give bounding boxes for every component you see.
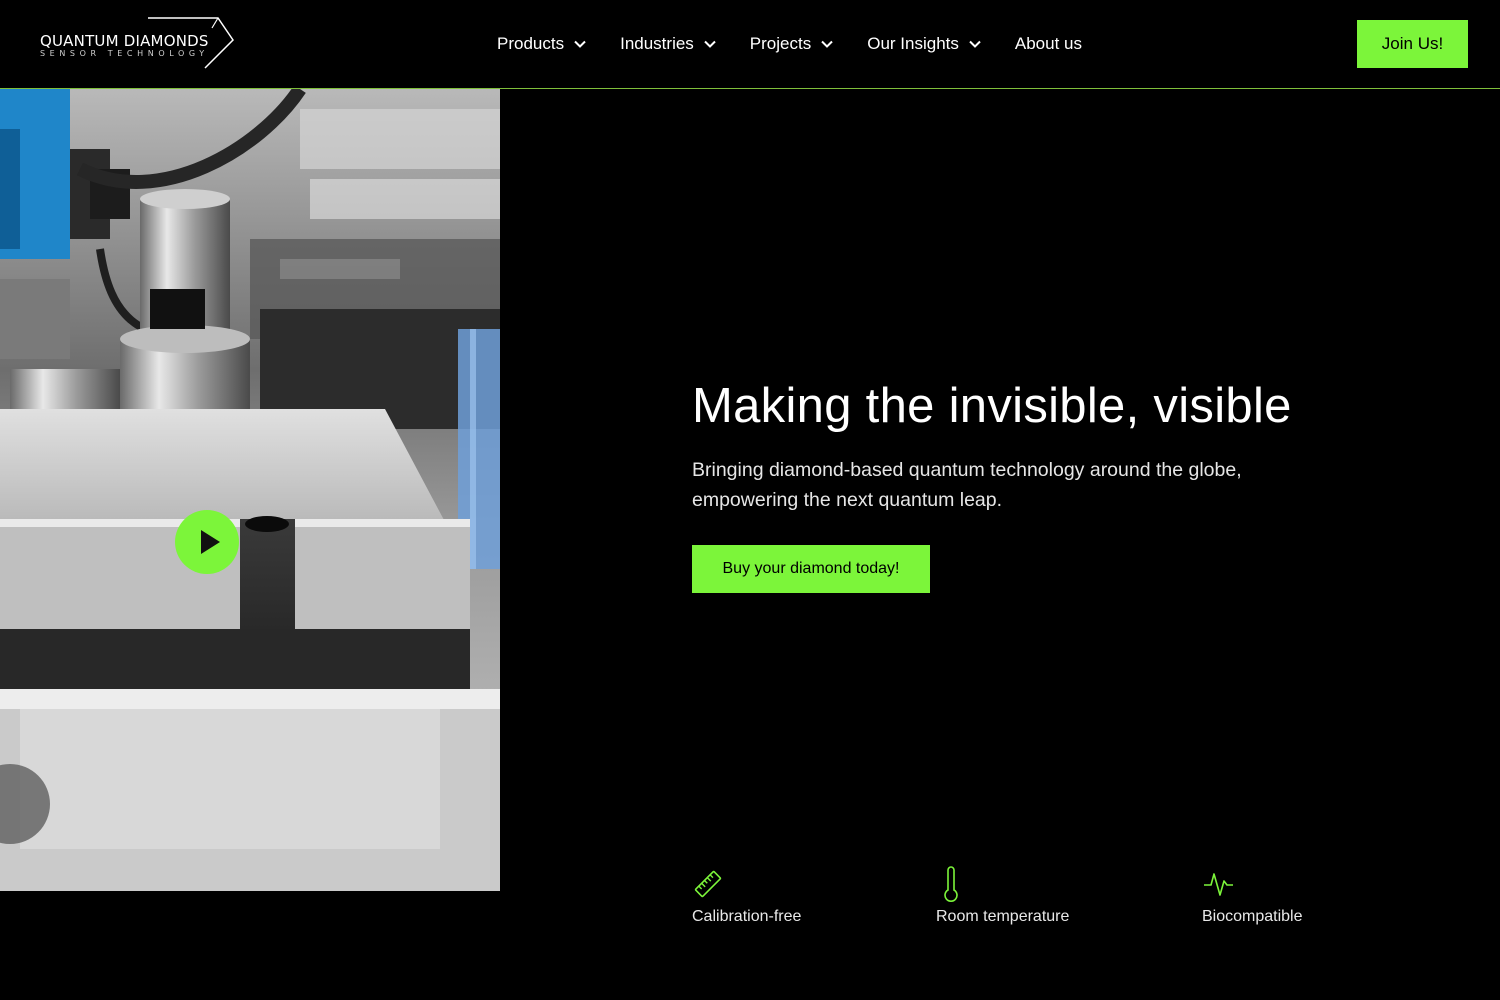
nav-item-our-insights[interactable]: Our Insights: [867, 34, 981, 54]
chevron-down-icon: [969, 40, 981, 48]
nav-label: About us: [1014, 34, 1082, 53]
brand-tagline: SENSOR TECHNOLOGY: [40, 49, 209, 58]
chevron-down-icon: [704, 40, 716, 48]
hero-video[interactable]: [0, 89, 500, 891]
brand-logo[interactable]: QUANTUM DIAMONDS SENSOR TECHNOLOGY: [40, 16, 235, 70]
feature-label: Calibration-free: [692, 908, 802, 925]
brand-name: QUANTUM DIAMONDS: [40, 32, 209, 50]
hero-title: Making the invisible, visible: [692, 379, 1292, 433]
feature-room-temperature: Room temperature: [936, 866, 1069, 926]
nav-item-products[interactable]: Products: [497, 34, 586, 54]
feature-calibration-free: Calibration-free: [692, 866, 801, 926]
nav-item-about-us[interactable]: About us: [1015, 34, 1082, 54]
chevron-down-icon: [821, 40, 833, 48]
feature-label: Biocompatible: [1202, 908, 1303, 925]
site-header: QUANTUM DIAMONDS SENSOR TECHNOLOGY Produ…: [0, 0, 1500, 89]
feature-label: Room temperature: [936, 908, 1070, 925]
nav-label: Products: [497, 34, 565, 53]
join-us-button[interactable]: Join Us!: [1357, 20, 1468, 68]
lab-equipment-image: [0, 89, 500, 891]
main-nav: Products Industries Projects Our Insight…: [497, 0, 1082, 88]
pulse-icon: [1204, 873, 1233, 896]
nav-item-industries[interactable]: Industries: [620, 34, 716, 54]
chevron-down-icon: [574, 40, 586, 48]
ruler-icon: [694, 870, 722, 898]
play-icon: [201, 530, 220, 554]
thermometer-icon: [944, 866, 958, 902]
hero-subtitle: Bringing diamond-based quantum technolog…: [692, 459, 1242, 511]
nav-label: Projects: [749, 34, 812, 53]
nav-label: Our Insights: [867, 34, 959, 53]
play-button[interactable]: [175, 510, 239, 574]
nav-label: Industries: [620, 34, 694, 53]
feature-biocompatible: Biocompatible: [1202, 866, 1303, 926]
buy-diamond-button[interactable]: Buy your diamond today!: [692, 545, 930, 593]
nav-item-projects[interactable]: Projects: [750, 34, 833, 54]
